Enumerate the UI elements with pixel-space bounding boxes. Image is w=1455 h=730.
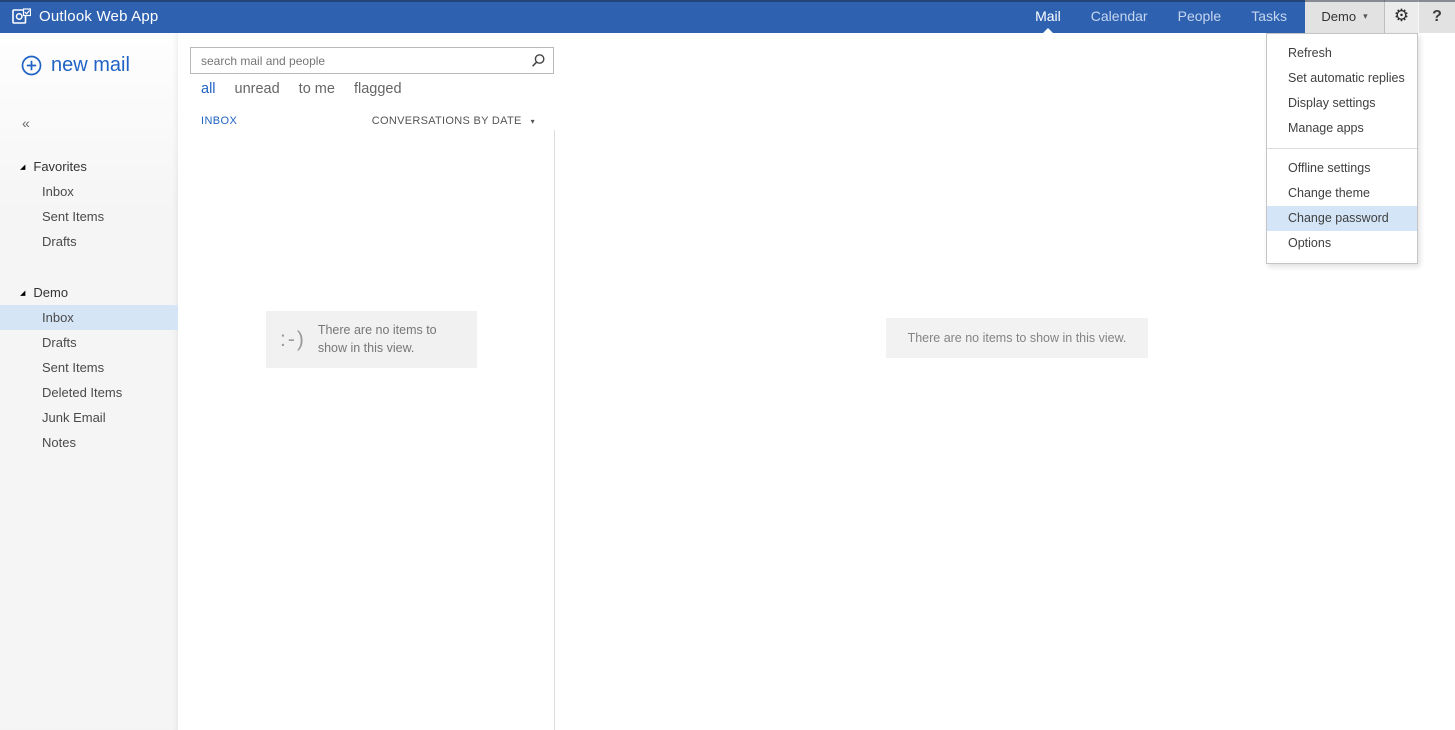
folder-demo-drafts[interactable]: Drafts [0, 330, 178, 355]
folder-tree: ◢ Favorites Inbox Sent Items Drafts ◢ De… [0, 154, 178, 455]
search-icon[interactable] [523, 53, 553, 68]
topbar-right-controls: Demo ▾ ⚙ ? [1305, 0, 1455, 33]
menu-item-manage-apps[interactable]: Manage apps [1267, 116, 1417, 141]
brand: Outlook Web App [12, 0, 158, 33]
sort-order-dropdown[interactable]: CONVERSATIONS BY DATE ▾ [372, 115, 535, 127]
nav-mail[interactable]: Mail [1035, 0, 1061, 33]
nav-calendar[interactable]: Calendar [1091, 0, 1148, 33]
menu-item-change-theme[interactable]: Change theme [1267, 181, 1417, 206]
help-button[interactable]: ? [1418, 0, 1455, 33]
active-tab-caret-icon [1042, 28, 1053, 33]
chevron-down-icon: ▾ [530, 116, 535, 126]
folder-demo-notes[interactable]: Notes [0, 430, 178, 455]
filter-tabs: all unread to me flagged [201, 81, 402, 97]
expanded-triangle-icon: ◢ [20, 162, 26, 171]
folder-favorites-sent-items[interactable]: Sent Items [0, 204, 178, 229]
menu-item-options[interactable]: Options [1267, 231, 1417, 256]
tree-section-favorites[interactable]: ◢ Favorites [0, 154, 178, 179]
topbar: Outlook Web App Mail Calendar People Tas… [0, 0, 1455, 33]
empty-reading-notice: There are no items to show in this view. [886, 318, 1148, 358]
settings-gear-button[interactable]: ⚙ [1384, 0, 1418, 33]
menu-item-change-password[interactable]: Change password [1267, 206, 1417, 231]
nav-tasks[interactable]: Tasks [1251, 0, 1287, 33]
chevron-down-icon: ▾ [1363, 11, 1368, 21]
menu-item-refresh[interactable]: Refresh [1267, 41, 1417, 66]
search-box [190, 47, 554, 74]
menu-item-offline-settings[interactable]: Offline settings [1267, 156, 1417, 181]
user-name: Demo [1321, 9, 1357, 24]
message-list-pane: all unread to me flagged INBOX CONVERSAT… [178, 33, 555, 730]
top-navigation: Mail Calendar People Tasks [1035, 0, 1287, 33]
filter-all[interactable]: all [201, 81, 216, 97]
message-list-body: :-) There are no items to show in this v… [178, 130, 555, 730]
folder-sidebar: new mail « ◢ Favorites Inbox Sent Items … [0, 33, 178, 730]
user-menu-button[interactable]: Demo ▾ [1305, 0, 1384, 33]
filter-unread[interactable]: unread [235, 81, 280, 97]
filter-flagged[interactable]: flagged [354, 81, 402, 97]
menu-item-set-automatic-replies[interactable]: Set automatic replies [1267, 66, 1417, 91]
tree-section-demo[interactable]: ◢ Demo [0, 280, 178, 305]
gear-icon: ⚙ [1393, 6, 1410, 26]
nav-people[interactable]: People [1178, 0, 1222, 33]
window-top-edge [0, 0, 1455, 2]
smiley-icon: :-) [280, 327, 306, 351]
settings-menu-group-1: Refresh Set automatic replies Display se… [1267, 34, 1417, 148]
folder-favorites-drafts[interactable]: Drafts [0, 229, 178, 254]
collapse-sidebar-button[interactable]: « [22, 115, 42, 131]
folder-demo-sent-items[interactable]: Sent Items [0, 355, 178, 380]
menu-item-display-settings[interactable]: Display settings [1267, 91, 1417, 116]
expanded-triangle-icon: ◢ [20, 288, 26, 297]
filter-to-me[interactable]: to me [299, 81, 335, 97]
folder-demo-junk-email[interactable]: Junk Email [0, 405, 178, 430]
current-folder-label[interactable]: INBOX [201, 115, 237, 127]
tree-section-gap [0, 254, 178, 280]
list-header: INBOX CONVERSATIONS BY DATE ▾ [201, 111, 535, 131]
settings-menu: Refresh Set automatic replies Display se… [1266, 33, 1418, 264]
search-input[interactable] [191, 53, 523, 68]
folder-demo-deleted-items[interactable]: Deleted Items [0, 380, 178, 405]
empty-list-text: There are no items to show in this view. [317, 323, 437, 355]
plus-circle-icon [21, 55, 42, 76]
outlook-logo-icon [12, 8, 31, 25]
app-title: Outlook Web App [39, 8, 159, 25]
owa-screen: Outlook Web App Mail Calendar People Tas… [0, 0, 1455, 730]
settings-menu-group-2: Offline settings Change theme Change pas… [1267, 148, 1417, 263]
new-mail-label: new mail [51, 54, 130, 76]
new-mail-button[interactable]: new mail [21, 54, 178, 77]
folder-favorites-inbox[interactable]: Inbox [0, 179, 178, 204]
folder-demo-inbox[interactable]: Inbox [0, 305, 178, 330]
empty-list-notice: :-) There are no items to show in this v… [266, 311, 477, 368]
